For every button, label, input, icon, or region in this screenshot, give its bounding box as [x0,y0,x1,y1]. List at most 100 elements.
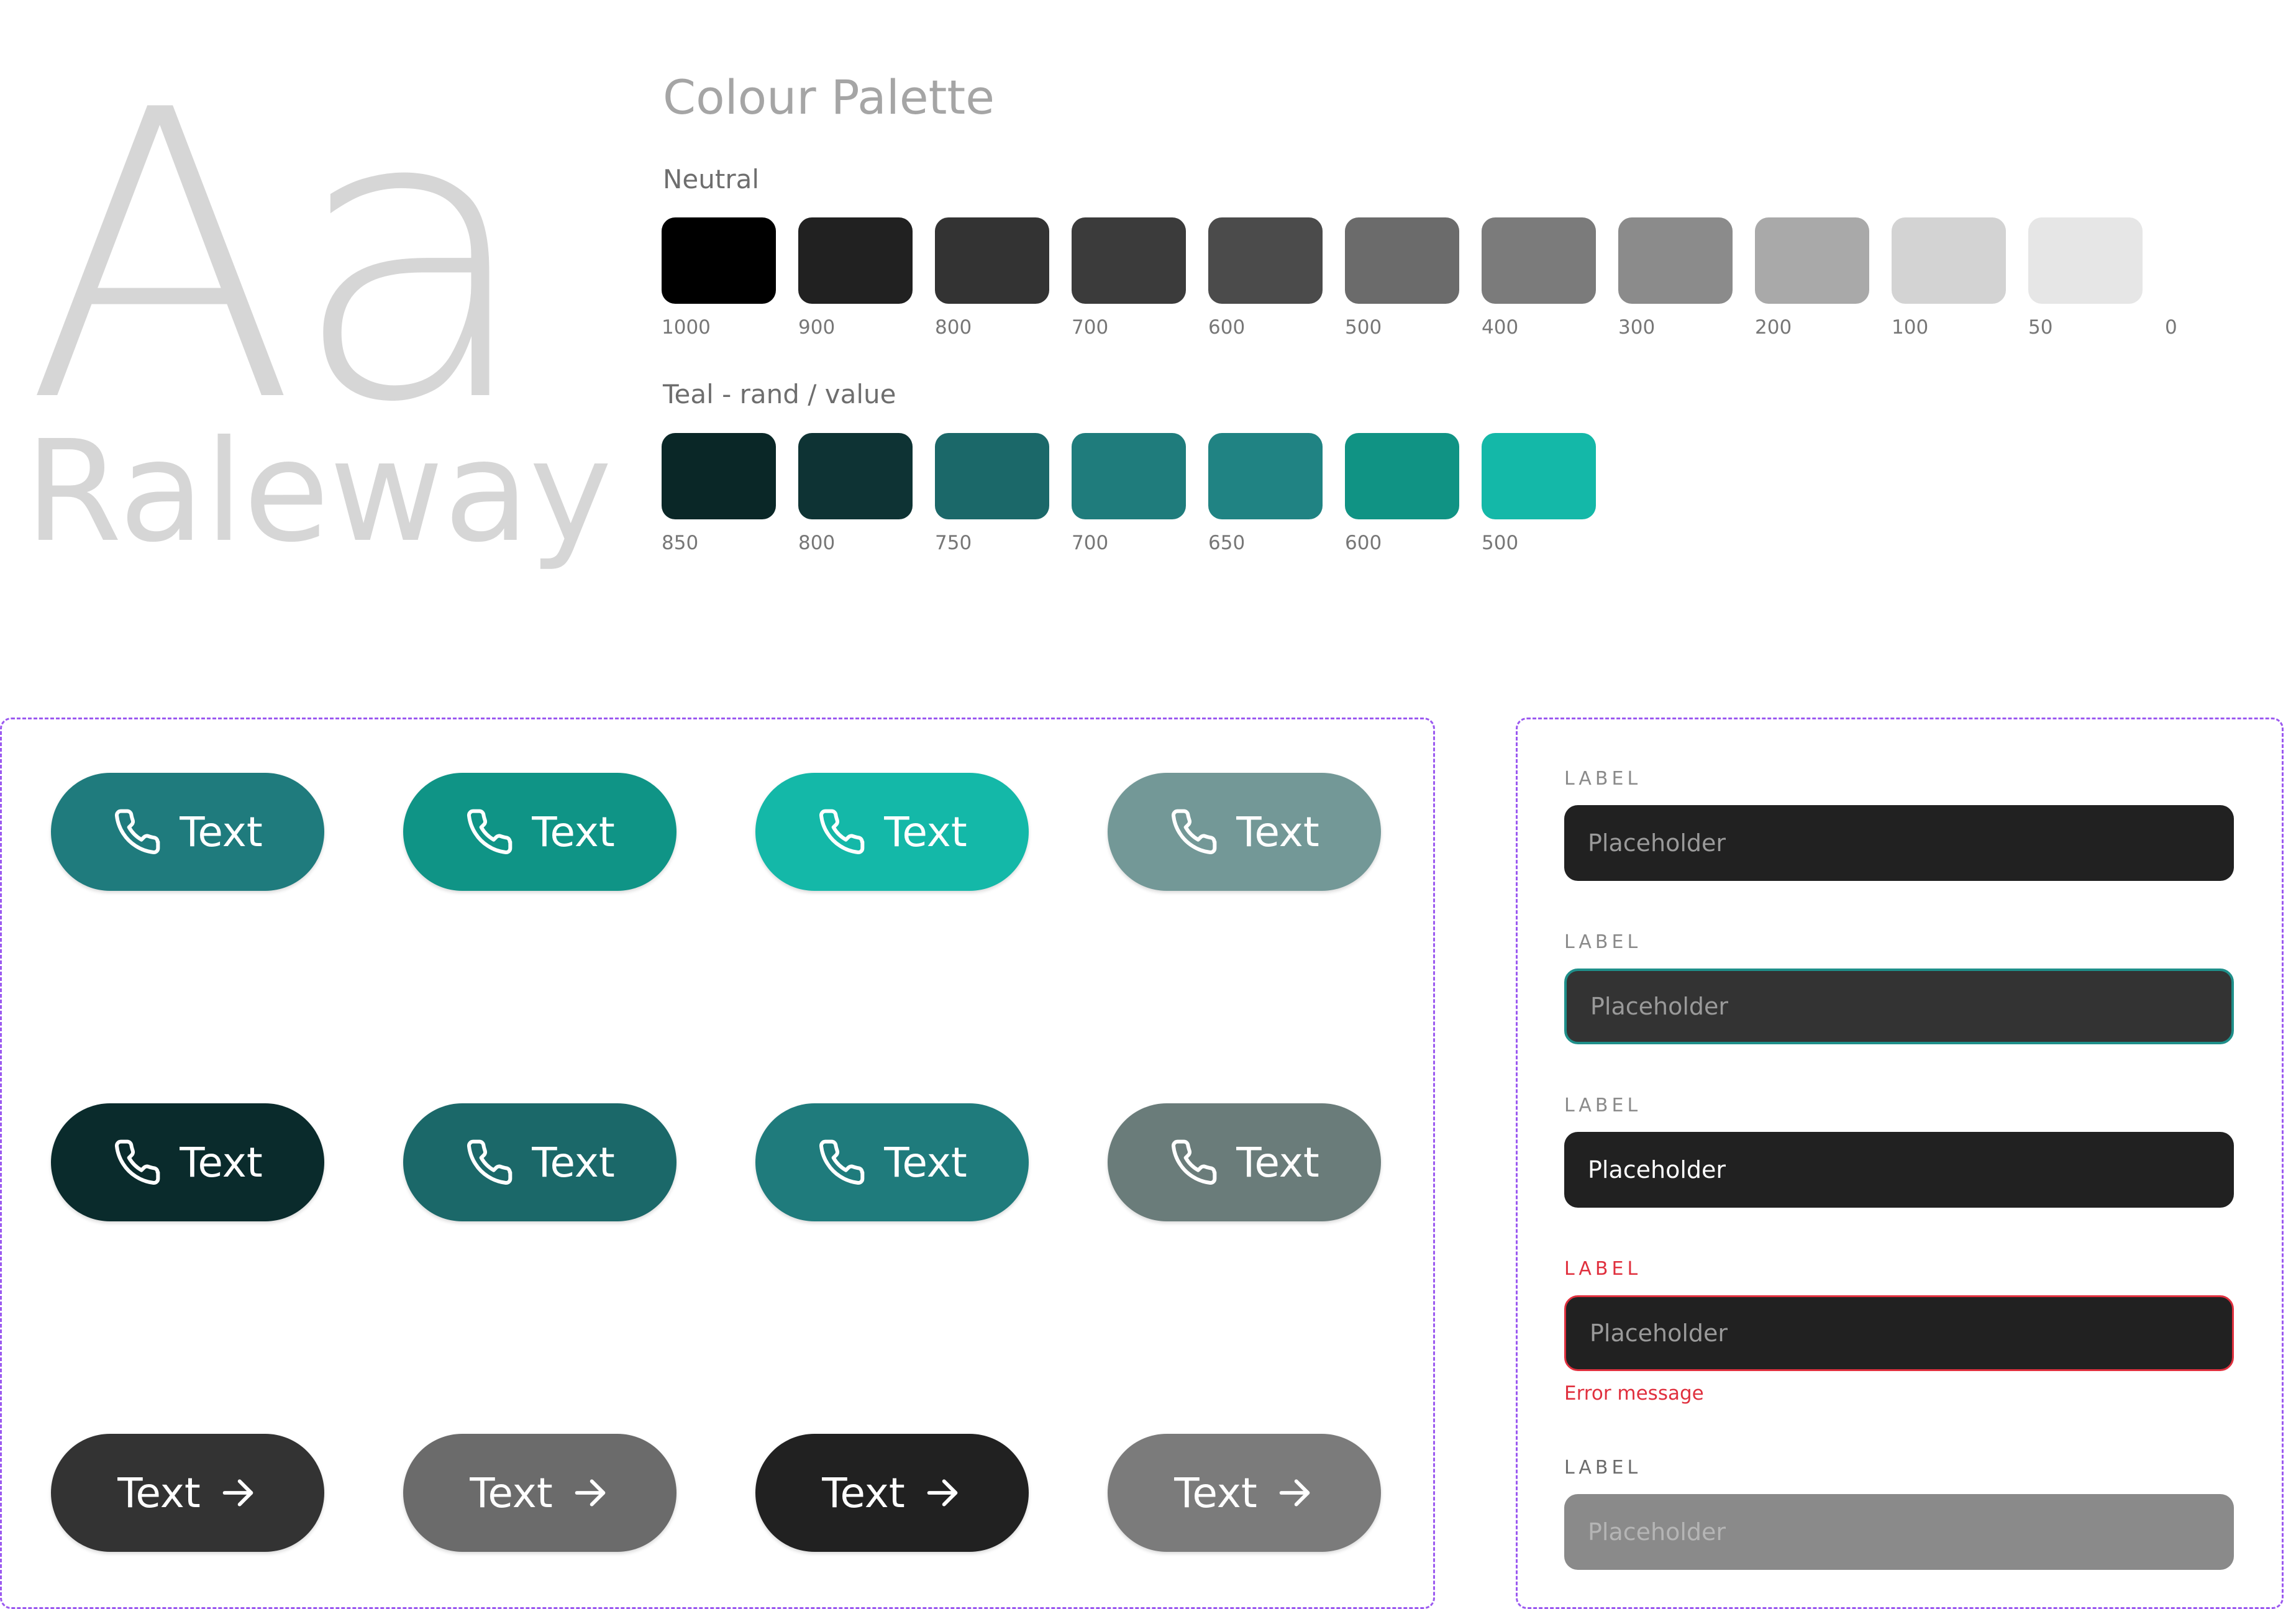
text-button-2-1[interactable]: Text [51,1103,324,1221]
arrow-right-icon [1275,1473,1314,1513]
neutral-swatch-200: 200 [1755,217,1869,341]
swatch-code: 800 [935,316,972,339]
swatch-code: 300 [1618,316,1656,339]
swatch-chip [662,217,776,304]
swatch-chip [1208,217,1323,304]
button-label: Text [180,808,263,856]
swatch-code: 900 [798,316,836,339]
swatch-code: 50 [2028,316,2053,339]
swatch-chip [662,433,776,519]
teal-swatch-500: 500 [1482,433,1596,557]
swatch-chip [1072,217,1186,304]
field-placeholder: Placeholder [1590,993,1729,1020]
swatch-chip [798,217,913,304]
text-button-1-2[interactable]: Text [403,773,676,891]
button-label: Text [117,1469,201,1517]
teal-group-title: Teal - rand / value [663,379,896,409]
text-field-disabled: Placeholder [1564,1494,2234,1570]
swatch-chip [2028,217,2143,304]
phone-icon [465,1137,514,1187]
button-label: Text [884,808,967,856]
field-label-disabled: LABEL [1564,1457,1642,1479]
button-label: Text [822,1469,905,1517]
phone-icon [465,807,514,857]
neutral-swatch-50: 50 [2028,217,2143,341]
text-button-3-3[interactable]: Text [755,1434,1029,1552]
neutral-swatch-0: 0 [2165,217,2279,341]
swatch-code: 700 [1072,316,1109,339]
teal-swatch-650: 650 [1208,433,1323,557]
button-label: Text [1236,808,1319,856]
swatch-code: 400 [1482,316,1519,339]
phone-icon [112,807,162,857]
swatch-chip [798,433,913,519]
text-button-3-1[interactable]: Text [51,1434,324,1552]
swatch-code: 850 [662,532,699,554]
button-label: Text [532,808,615,856]
phone-icon [1169,807,1219,857]
neutral-swatch-1000: 1000 [662,217,776,341]
arrow-right-icon [218,1473,258,1513]
neutral-swatch-400: 400 [1482,217,1596,341]
swatch-code: 650 [1208,532,1246,554]
button-label: Text [470,1469,553,1517]
swatch-code: 700 [1072,532,1109,554]
text-field-filled[interactable]: Placeholder [1564,1132,2234,1208]
text-field-error[interactable]: Placeholder [1564,1295,2234,1371]
swatch-code: 200 [1755,316,1792,339]
palette-title: Colour Palette [663,70,995,125]
neutral-swatch-800: 800 [935,217,1049,341]
button-label: Text [180,1138,263,1187]
phone-icon [817,807,867,857]
text-button-3-4[interactable]: Text [1108,1434,1381,1552]
neutral-swatch-row: 1000 900 800 700 600 500 400 300 200 100 50 0 [662,217,2279,341]
teal-swatch-800: 800 [798,433,913,557]
swatch-chip [1072,433,1186,519]
text-button-2-4[interactable]: Text [1108,1103,1381,1221]
button-label: Text [1236,1138,1319,1187]
button-label: Text [884,1138,967,1187]
swatch-code: 600 [1345,532,1382,554]
teal-swatch-600: 600 [1345,433,1459,557]
swatch-code: 100 [1892,316,1929,339]
swatch-chip [935,433,1049,519]
swatch-chip [1618,217,1733,304]
text-button-2-2[interactable]: Text [403,1103,676,1221]
neutral-swatch-900: 900 [798,217,913,341]
phone-icon [1169,1137,1219,1187]
field-value: Placeholder [1588,1156,1726,1183]
phone-icon [112,1137,162,1187]
neutral-swatch-700: 700 [1072,217,1186,341]
text-button-3-2[interactable]: Text [403,1434,676,1552]
text-button-1-4[interactable]: Text [1108,773,1381,891]
teal-swatch-750: 750 [935,433,1049,557]
text-field-focused[interactable]: Placeholder [1564,969,2234,1044]
text-button-2-3[interactable]: Text [755,1103,1029,1221]
typeface-sample-glyphs: Aa [25,26,534,489]
swatch-code: 800 [798,532,836,554]
swatch-chip [1345,433,1459,519]
swatch-chip [1892,217,2006,304]
text-button-1-1[interactable]: Text [51,773,324,891]
swatch-chip [1482,217,1596,304]
swatch-code: 0 [2165,316,2177,339]
neutral-swatch-300: 300 [1618,217,1733,341]
swatch-code: 750 [935,532,972,554]
swatch-code: 1000 [662,316,711,339]
text-button-1-3[interactable]: Text [755,773,1029,891]
swatch-chip [2165,217,2279,304]
teal-swatch-850: 850 [662,433,776,557]
phone-icon [817,1137,867,1187]
field-label-error: LABEL [1564,1258,1642,1280]
arrow-right-icon [570,1473,610,1513]
neutral-swatch-600: 600 [1208,217,1323,341]
swatch-chip [935,217,1049,304]
teal-swatch-700: 700 [1072,433,1186,557]
field-placeholder: Placeholder [1588,1518,1726,1546]
swatch-chip [1482,433,1596,519]
swatch-chip [1755,217,1869,304]
field-placeholder: Placeholder [1588,829,1726,857]
teal-swatch-row: 850 800 750 700 650 600 500 [662,433,1596,557]
text-field-default[interactable]: Placeholder [1564,805,2234,881]
button-label: Text [1174,1469,1257,1517]
